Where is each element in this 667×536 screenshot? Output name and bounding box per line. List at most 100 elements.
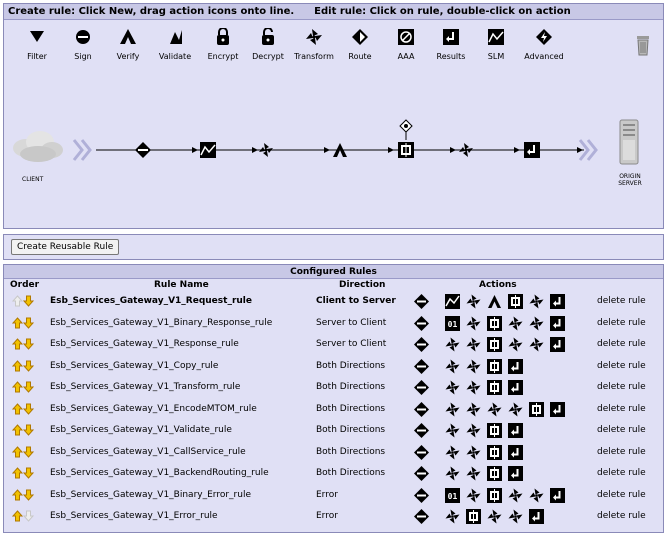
action-conditional-icon[interactable] (487, 487, 502, 503)
action-results-icon[interactable] (508, 444, 523, 460)
action-results-icon[interactable] (508, 466, 523, 481)
move-down-arrow-icon[interactable] (23, 381, 34, 393)
delete-rule-link[interactable]: delete rule (597, 463, 646, 484)
action-results-icon[interactable] (550, 401, 565, 417)
palette-tool-route[interactable]: Route (335, 28, 385, 61)
rule-row[interactable]: Esb_Services_Gateway_V1_Response_rule Ser… (4, 334, 663, 356)
move-up-arrow-icon[interactable] (12, 402, 23, 415)
move-up-arrow-icon[interactable] (12, 510, 23, 522)
action-transform-icon[interactable] (508, 509, 523, 524)
action-results-icon[interactable] (550, 315, 565, 331)
delete-rule-link[interactable]: delete rule (597, 356, 646, 377)
move-down-arrow-icon[interactable] (23, 424, 34, 436)
move-up-arrow-icon[interactable] (12, 359, 23, 372)
action-match-icon[interactable] (414, 337, 429, 352)
action-transform-icon[interactable] (529, 337, 544, 352)
rule-row[interactable]: Esb_Services_Gateway_V1_Validate_rule Bot… (4, 420, 663, 442)
move-down-arrow-icon[interactable] (23, 489, 34, 501)
action-conditional-icon[interactable] (508, 294, 523, 309)
rule-row[interactable]: Esb_Services_Gateway_V1_Binary_Response_… (4, 313, 663, 335)
move-up-arrow-icon[interactable] (12, 424, 23, 436)
move-down-arrow-icon[interactable] (23, 403, 34, 415)
action-results-icon[interactable] (550, 337, 565, 352)
palette-tool-transform[interactable]: Transform (289, 28, 339, 61)
move-down-arrow-icon[interactable] (23, 467, 34, 479)
action-transform-icon[interactable] (445, 509, 460, 524)
action-transform-icon[interactable] (529, 294, 544, 309)
action-transform-icon[interactable] (466, 337, 481, 352)
move-down-arrow-icon[interactable] (23, 446, 34, 458)
rule-row[interactable]: Esb_Services_Gateway_V1_Copy_rule Both Di… (4, 356, 663, 378)
action-transform-icon[interactable] (466, 466, 481, 481)
action-conditional-icon[interactable] (466, 509, 481, 524)
delete-rule-link[interactable]: delete rule (597, 377, 646, 398)
action-transform-icon[interactable] (508, 402, 523, 417)
rule-action-transform-icon[interactable] (259, 143, 273, 157)
action-conditional-icon[interactable] (487, 337, 502, 352)
rule-row[interactable]: Esb_Services_Gateway_V1_Request_rule Clie… (4, 291, 663, 313)
rule-name[interactable]: Esb_Services_Gateway_V1_EncodeMTOM_rule (50, 399, 257, 420)
action-match-icon[interactable] (414, 487, 429, 503)
rule-name[interactable]: Esb_Services_Gateway_V1_Transform_rule (50, 377, 240, 398)
rule-row[interactable]: Esb_Services_Gateway_V1_Binary_Error_rul… (4, 485, 663, 507)
palette-tool-filter[interactable]: Filter (12, 28, 62, 61)
delete-rule-link[interactable]: delete rule (597, 442, 646, 463)
action-transform-icon[interactable] (466, 380, 481, 395)
delete-rule-link[interactable]: delete rule (597, 506, 646, 527)
rule-row[interactable]: Esb_Services_Gateway_V1_CallService_rule… (4, 442, 663, 464)
rule-row[interactable]: Esb_Services_Gateway_V1_Error_rule Error d… (4, 506, 663, 528)
action-results-icon[interactable] (508, 380, 523, 395)
action-slm-icon[interactable] (445, 294, 460, 309)
move-up-arrow-icon[interactable] (12, 381, 23, 393)
move-up-arrow-icon[interactable] (12, 316, 23, 329)
action-transform-icon[interactable] (529, 316, 544, 331)
rule-action-conditional-icon[interactable] (398, 142, 414, 158)
rule-name[interactable]: Esb_Services_Gateway_V1_CallService_rule (50, 442, 246, 463)
rule-row[interactable]: Esb_Services_Gateway_V1_BackendRouting_r… (4, 463, 663, 485)
move-down-arrow-icon[interactable] (23, 317, 34, 329)
action-match-icon[interactable] (414, 294, 429, 309)
action-transform-icon[interactable] (445, 380, 460, 395)
action-transform-icon[interactable] (466, 294, 481, 309)
action-transform-icon[interactable] (487, 402, 502, 417)
trash-icon[interactable] (635, 34, 651, 60)
palette-tool-slm[interactable]: SLM (471, 28, 521, 61)
delete-rule-link[interactable]: delete rule (597, 313, 646, 334)
action-match-icon[interactable] (414, 466, 429, 481)
action-transform-icon[interactable] (466, 488, 481, 503)
action-match-icon[interactable] (414, 315, 429, 331)
delete-rule-link[interactable]: delete rule (597, 291, 646, 312)
delete-rule-link[interactable]: delete rule (597, 420, 646, 441)
action-transform-icon[interactable] (508, 488, 523, 503)
action-transform-icon[interactable] (445, 359, 460, 374)
action-binary-icon[interactable]: 01 (445, 487, 460, 503)
rule-action-transform-icon[interactable] (459, 143, 473, 157)
move-up-arrow-icon[interactable] (12, 467, 23, 479)
rule-action-match-icon[interactable] (135, 142, 151, 158)
action-transform-icon[interactable] (466, 445, 481, 460)
palette-tool-verify[interactable]: Verify (103, 28, 153, 61)
palette-tool-advanced[interactable]: Advanced (519, 28, 569, 61)
action-conditional-icon[interactable] (487, 380, 502, 395)
action-transform-icon[interactable] (466, 423, 481, 438)
move-up-arrow-icon[interactable] (12, 338, 23, 350)
action-results-icon[interactable] (508, 423, 523, 438)
rule-action-slm-icon[interactable] (200, 142, 216, 158)
palette-tool-encrypt[interactable]: Encrypt (198, 28, 248, 61)
action-transform-icon[interactable] (529, 488, 544, 503)
action-results-icon[interactable] (550, 487, 565, 503)
action-conditional-icon[interactable] (487, 444, 502, 460)
delete-rule-link[interactable]: delete rule (597, 485, 646, 506)
action-results-icon[interactable] (508, 358, 523, 374)
action-results-icon[interactable] (529, 509, 544, 524)
rule-action-results-icon[interactable] (524, 142, 540, 158)
action-transform-icon[interactable] (466, 316, 481, 331)
rule-row[interactable]: Esb_Services_Gateway_V1_Transform_rule Bo… (4, 377, 663, 399)
palette-tool-validate[interactable]: Validate (150, 28, 200, 61)
rule-name[interactable]: Esb_Services_Gateway_V1_Error_rule (50, 506, 218, 527)
action-transform-icon[interactable] (466, 359, 481, 374)
move-down-arrow-icon[interactable] (23, 360, 34, 372)
palette-tool-decrypt[interactable]: Decrypt (243, 28, 293, 61)
palette-tool-aaa[interactable]: AAA (381, 28, 431, 61)
action-conditional-icon[interactable] (529, 401, 544, 417)
